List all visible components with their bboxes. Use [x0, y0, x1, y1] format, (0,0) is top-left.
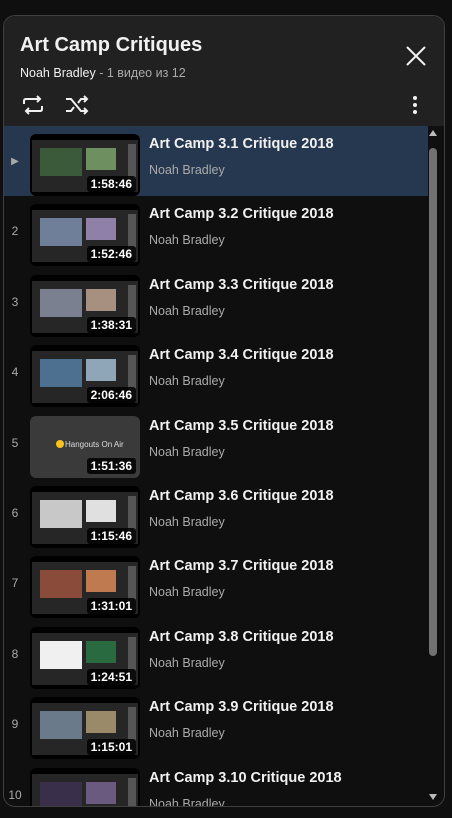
playlist-header: Art Camp Critiques Noah Bradley - 1 виде…: [4, 16, 444, 126]
item-index: 10: [8, 787, 22, 802]
video-title[interactable]: Art Camp 3.3 Critique 2018: [149, 277, 334, 293]
playlist-item[interactable]: ▶ 1:58:46 Art Camp 3.1 Critique 2018 Noah B…: [4, 126, 428, 196]
playlist-item[interactable]: 4 2:06:46 Art Camp 3.4 Critique 2018 Noah B…: [4, 337, 428, 408]
video-title[interactable]: Art Camp 3.7 Critique 2018: [149, 558, 334, 574]
scrollbar[interactable]: [428, 126, 438, 806]
playlist-items: ▶ 1:58:46 Art Camp 3.1 Critique 2018 Noah B…: [4, 126, 428, 806]
item-index: 5: [11, 435, 19, 450]
video-title[interactable]: Art Camp 3.10 Critique 2018: [149, 770, 342, 786]
shuffle-icon[interactable]: [64, 94, 90, 116]
playlist-item[interactable]: 2 1:52:46 Art Camp 3.2 Critique 2018 Noah B…: [4, 196, 428, 267]
duration-badge: 1:15:46: [86, 528, 136, 544]
video-thumbnail[interactable]: 1:58:46: [30, 134, 140, 196]
item-index: 8: [11, 646, 19, 661]
channel-name[interactable]: Noah Bradley: [149, 726, 225, 740]
screen-capture-graphic: [32, 773, 138, 806]
thumbnail-caption: Hangouts On Air: [65, 439, 124, 449]
channel-name[interactable]: Noah Bradley: [149, 304, 225, 318]
channel-name[interactable]: Noah Bradley: [149, 374, 225, 388]
scrollbar-thumb[interactable]: [429, 148, 437, 656]
video-thumbnail[interactable]: Hangouts On Air 1:51:36: [30, 415, 140, 478]
duration-badge: 1:15:01: [86, 739, 136, 756]
channel-name[interactable]: Noah Bradley: [149, 585, 225, 599]
now-playing-indicator: ▶: [11, 155, 19, 167]
channel-name[interactable]: Noah Bradley: [149, 656, 225, 670]
playlist-item[interactable]: 8 1:24:51 Art Camp 3.8 Critique 2018 Noah B…: [4, 619, 428, 689]
item-index: 9: [11, 717, 19, 732]
duration-badge: 1:58:46: [86, 176, 136, 192]
duration-badge: 1:38:31: [86, 316, 136, 333]
video-thumbnail[interactable]: 1:38:31: [30, 274, 140, 337]
item-index: 2: [11, 224, 19, 239]
playlist-subline: Noah Bradley - 1 видео из 12: [20, 66, 186, 80]
video-thumbnail[interactable]: [30, 767, 140, 806]
playlist-item[interactable]: 10 Art Camp 3.10 Critique 2018 Noah Bradle…: [4, 760, 428, 806]
playlist-title[interactable]: Art Camp Critiques: [20, 34, 202, 57]
video-thumbnail[interactable]: 2:06:46: [30, 345, 140, 408]
duration-badge: 1:52:46: [86, 246, 136, 263]
video-title[interactable]: Art Camp 3.8 Critique 2018: [149, 629, 334, 645]
hangouts-logo-icon: [56, 439, 64, 448]
video-title[interactable]: Art Camp 3.9 Critique 2018: [149, 699, 334, 715]
playlist-item[interactable]: 6 1:15:46 Art Camp 3.6 Critique 2018 Noah B…: [4, 478, 428, 548]
video-title[interactable]: Art Camp 3.4 Critique 2018: [149, 347, 334, 363]
video-thumbnail[interactable]: 1:31:01: [30, 556, 140, 619]
duration-badge: 2:06:46: [86, 387, 136, 404]
channel-name[interactable]: Noah Bradley: [149, 163, 225, 177]
duration-badge: 1:51:36: [86, 457, 136, 474]
item-index: 3: [11, 294, 19, 309]
playlist-item[interactable]: 7 1:31:01 Art Camp 3.7 Critique 2018 Noah B…: [4, 548, 428, 619]
video-title[interactable]: Art Camp 3.1 Critique 2018: [149, 136, 334, 152]
close-icon[interactable]: [404, 44, 428, 68]
scroll-up-arrow-icon[interactable]: [429, 130, 437, 136]
playlist-owner[interactable]: Noah Bradley: [20, 66, 96, 80]
video-thumbnail[interactable]: 1:15:46: [30, 486, 140, 548]
loop-icon[interactable]: [20, 94, 46, 116]
video-thumbnail[interactable]: 1:52:46: [30, 204, 140, 267]
playlist-position: - 1 видео из 12: [99, 66, 186, 80]
video-title[interactable]: Art Camp 3.6 Critique 2018: [149, 488, 334, 504]
item-index: 6: [11, 506, 19, 520]
playlist-panel: Art Camp Critiques Noah Bradley - 1 виде…: [3, 15, 445, 807]
more-vert-icon[interactable]: [406, 94, 424, 116]
item-index: 7: [11, 576, 19, 591]
playlist-item[interactable]: 3 1:38:31 Art Camp 3.3 Critique 2018 Noah B…: [4, 267, 428, 337]
channel-name[interactable]: Noah Bradley: [149, 797, 225, 806]
channel-name[interactable]: Noah Bradley: [149, 445, 225, 459]
video-thumbnail[interactable]: 1:24:51: [30, 626, 140, 689]
playlist-item[interactable]: 5 Hangouts On Air 1:51:36 Art Camp 3.5 Crit…: [4, 408, 428, 478]
video-title[interactable]: Art Camp 3.5 Critique 2018: [149, 418, 334, 434]
video-title[interactable]: Art Camp 3.2 Critique 2018: [149, 206, 334, 222]
duration-badge: 1:31:01: [86, 598, 136, 615]
video-thumbnail[interactable]: 1:15:01: [30, 697, 140, 760]
item-index: 4: [11, 365, 19, 380]
duration-badge: 1:24:51: [86, 668, 136, 685]
channel-name[interactable]: Noah Bradley: [149, 233, 225, 247]
scroll-down-arrow-icon[interactable]: [429, 794, 437, 800]
playlist-item[interactable]: 9 1:15:01 Art Camp 3.9 Critique 2018 Noah B…: [4, 689, 428, 760]
channel-name[interactable]: Noah Bradley: [149, 515, 225, 529]
